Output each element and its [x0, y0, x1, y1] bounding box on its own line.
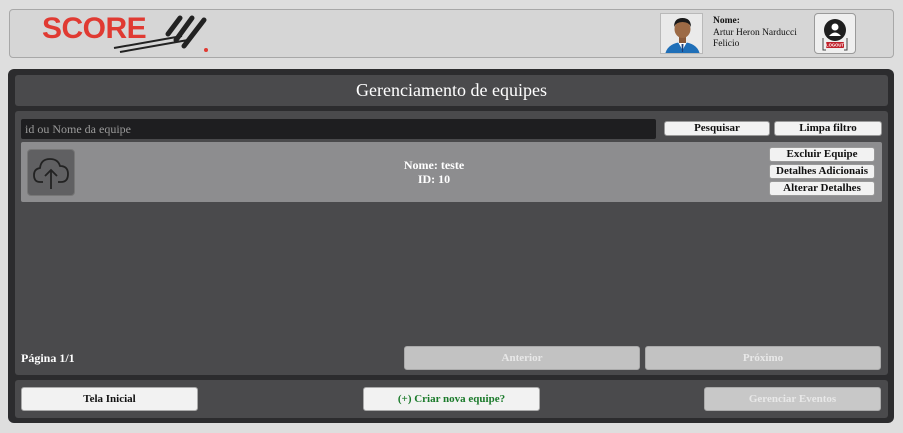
top-header: SCORE Nome: Artur Heron Narducci Felicio: [9, 9, 894, 58]
teams-panel: Pesquisar Limpa filtro Nome: teste ID: 1…: [15, 111, 888, 375]
create-team-button[interactable]: (+) Criar nova equipe?: [363, 387, 540, 411]
logout-icon: LOGOUT: [822, 19, 848, 51]
previous-button[interactable]: Anterior: [404, 346, 640, 370]
search-input[interactable]: [21, 119, 656, 139]
logout-text: LOGOUT: [826, 43, 844, 48]
footer-bar: Tela Inicial (+) Criar nova equipe? Gere…: [15, 380, 888, 418]
page-indicator: Página 1/1: [21, 351, 75, 365]
logout-button[interactable]: LOGOUT: [814, 13, 856, 54]
avatar: [660, 13, 703, 54]
edit-details-button[interactable]: Alterar Detalhes: [769, 181, 875, 196]
next-button[interactable]: Próximo: [645, 346, 881, 370]
home-button[interactable]: Tela Inicial: [21, 387, 198, 411]
team-id: ID: 10: [417, 172, 451, 186]
user-name-label: Nome:: [713, 16, 740, 26]
page-title: Gerenciamento de equipes: [15, 75, 888, 106]
manage-events-button[interactable]: Gerenciar Eventos: [704, 387, 881, 411]
user-name: Artur Heron Narducci Felicio: [713, 28, 797, 49]
search-button[interactable]: Pesquisar: [664, 121, 770, 136]
main-container: Gerenciamento de equipes Pesquisar Limpa…: [8, 69, 894, 423]
logo-mark-icon: [113, 15, 208, 53]
team-image-upload[interactable]: [27, 149, 75, 196]
score-logo: SCORE: [42, 12, 212, 56]
team-card: Nome: teste ID: 10 Excluir Equipe Detalh…: [21, 142, 882, 202]
cloud-upload-icon: [33, 157, 69, 189]
delete-team-button[interactable]: Excluir Equipe: [769, 147, 875, 162]
clear-filter-button[interactable]: Limpa filtro: [774, 121, 882, 136]
team-name: Nome: teste: [403, 158, 465, 172]
user-avatar-icon: [661, 14, 702, 53]
additional-details-button[interactable]: Detalhes Adicionais: [769, 164, 875, 179]
